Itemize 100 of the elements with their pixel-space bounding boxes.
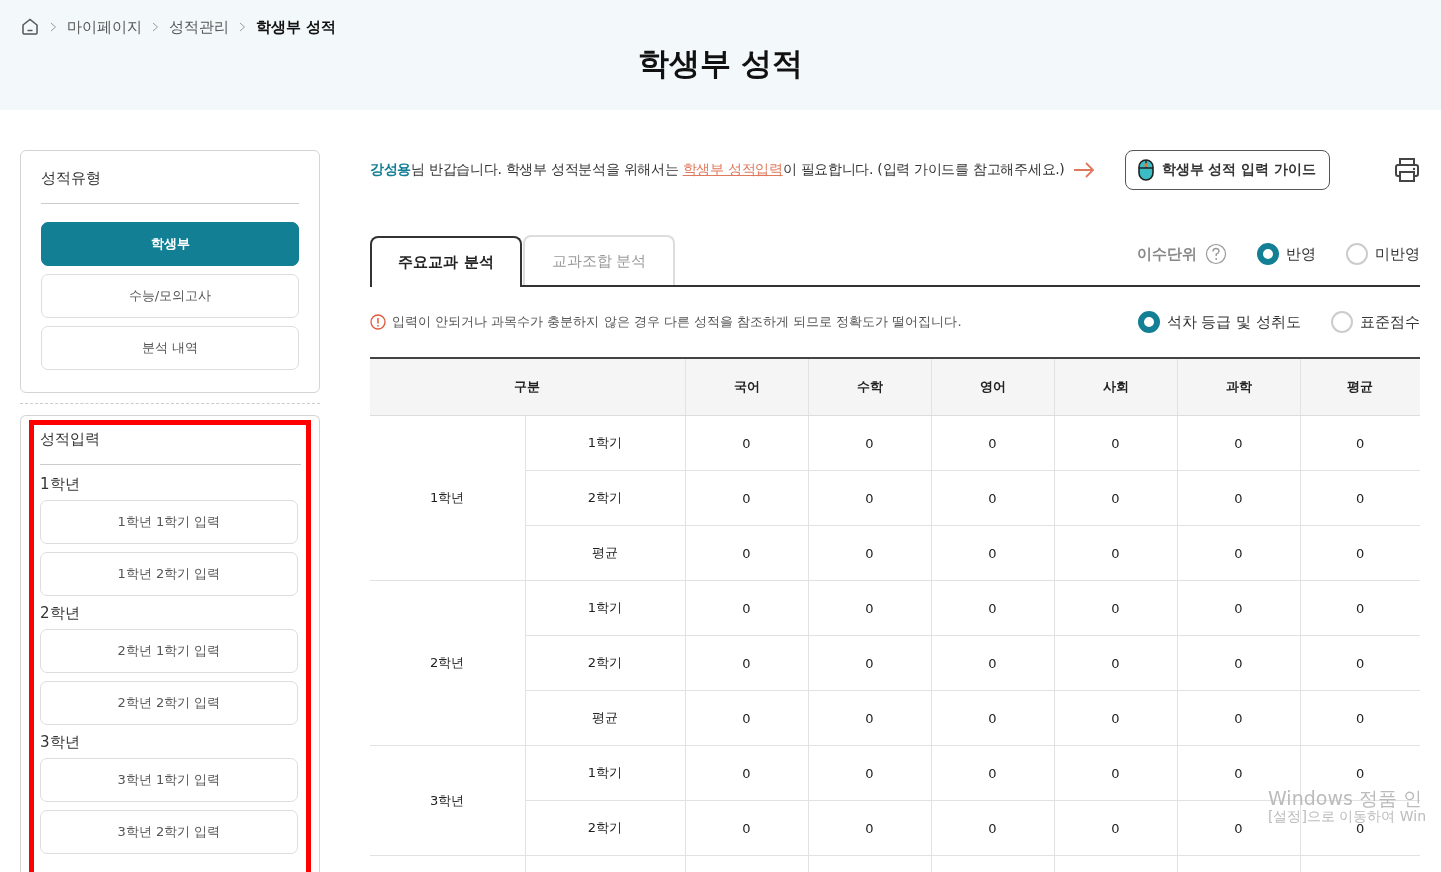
table-cell: 0 [742,490,751,506]
term-label: 1학기 [587,600,623,615]
column-header: 과학 [1177,359,1300,416]
grade-label: 1학년 [40,475,81,494]
table-cell: 0 [988,820,997,836]
table-cell: 0 [1111,710,1120,726]
term-label: 2학기 [587,820,623,835]
table-cell: 0 [988,545,997,561]
table-cell: 0 [1234,710,1243,726]
option-label: 이수단위 [1137,244,1197,264]
score-type-button[interactable]: 분석 내역 [41,326,299,370]
table-cell: 0 [742,765,751,781]
table-cell: 0 [1111,490,1120,506]
table-cell: 0 [988,710,997,726]
grade-label: 3학년 [40,733,81,752]
warning-icon [370,314,386,330]
panel-title: 성적입력 [40,428,301,465]
table-cell: 0 [1111,820,1120,836]
score-input-button[interactable]: 3학년 1학기 입력 [40,758,298,802]
table-cell: 0 [1111,545,1120,561]
table-cell: 0 [1234,545,1243,561]
year-label: 3학년 [430,792,465,808]
column-header: 수학 [808,359,931,416]
score-input-button[interactable]: 2학년 2학기 입력 [40,681,298,725]
tab[interactable]: 주요교과 분석 [370,236,522,287]
radio-option[interactable]: 반영 [1257,243,1316,265]
table-cell: 0 [988,765,997,781]
score-input-button[interactable]: 1학년 2학기 입력 [40,552,298,596]
table-cell: 0 [865,600,874,616]
term-label: 평균 [592,710,618,725]
table-cell: 0 [742,710,751,726]
activation-watermark-title: Windows 정품 인 [1268,788,1423,809]
table-cell: 0 [1356,490,1365,506]
chevron-icon [50,22,57,32]
mouse-icon [1137,159,1154,181]
table-cell: 0 [865,545,874,561]
notice-text: 입력이 안되거나 과목수가 충분하지 않은 경우 다른 성적을 참조하게 되므로 정확도가 떨어집니다. [392,313,962,331]
table-cell: 0 [742,820,751,836]
score-input-button[interactable]: 2학년 1학기 입력 [40,629,298,673]
guide-button[interactable]: 학생부 성적 입력 가이드 [1124,150,1331,190]
greeting-text: 강성용님 반갑습니다. 학생부 성적분석을 위해서는 학생부 성적입력 이 필요합니다. (입력 가이드를 참고해주세요.) [370,161,1065,179]
table-cell: 0 [988,600,997,616]
year-label: 2학년 [430,655,465,670]
table-cell: 0 [1234,435,1243,451]
table-cell: 0 [865,710,874,726]
term-label: 평균 [592,545,618,560]
home-icon[interactable] [20,17,40,37]
chevron-icon [152,22,159,32]
table-cell: 0 [865,490,874,506]
table-cell: 0 [1111,655,1120,671]
page-title: 학생부 성적 [636,44,805,83]
score-input-button[interactable]: 1학년 1학기 입력 [40,500,298,544]
column-header: 국어 [685,359,808,416]
table-cell: 0 [988,490,997,506]
activation-watermark-text: [설정]으로 이동하여 Win [1268,808,1427,824]
term-label: 2학기 [587,490,623,505]
column-header: 영어 [931,359,1054,416]
table-cell: 0 [1234,600,1243,616]
radio-option[interactable]: 석차 등급 및 성취도 [1137,311,1301,333]
table-cell: 0 [1356,600,1365,616]
help-icon[interactable] [1205,243,1227,265]
table-cell: 0 [1356,545,1365,561]
panel-title: 성적유형 [41,163,299,204]
table-cell: 0 [742,545,751,561]
table-cell: 0 [988,655,997,671]
table-cell: 0 [1111,600,1120,616]
grade-label: 2학년 [40,604,81,623]
term-label: 1학기 [587,765,623,780]
table-cell: 0 [1111,765,1120,781]
table-cell: 0 [865,655,874,671]
table-cell: 0 [865,435,874,451]
table-cell: 0 [1234,655,1243,671]
breadcrumb-item: 학생부 성적 [256,17,337,37]
table-cell: 0 [742,435,751,451]
table-cell: 0 [1111,435,1120,451]
score-type-button[interactable]: 수능/모의고사 [41,274,299,318]
table-cell: 0 [1234,765,1243,781]
table-cell: 0 [988,435,997,451]
radio-option[interactable]: 표준점수 [1331,311,1420,333]
breadcrumb-item[interactable]: 마이페이지 [67,17,142,37]
breadcrumb-item[interactable]: 성적관리 [169,17,229,37]
table-cell: 0 [1356,435,1365,451]
table-cell: 0 [865,820,874,836]
radio-option[interactable]: 미반영 [1346,243,1420,265]
chevron-icon [239,22,246,32]
table-cell: 0 [1234,820,1243,836]
table-cell: 0 [865,765,874,781]
table-cell: 0 [1356,655,1365,671]
term-label: 1학기 [587,435,623,450]
table-cell: 0 [742,600,751,616]
term-label: 2학기 [587,655,623,670]
year-label: 1학년 [430,490,465,505]
score-type-button[interactable]: 학생부 [41,222,299,266]
table-cell: 0 [742,655,751,671]
score-input-button[interactable]: 3학년 2학기 입력 [40,810,298,854]
table-cell: 0 [1356,765,1365,781]
table-cell: 0 [1234,490,1243,506]
print-icon[interactable] [1394,157,1420,183]
column-header: 평균 [1300,359,1420,416]
table-cell: 0 [1356,710,1365,726]
